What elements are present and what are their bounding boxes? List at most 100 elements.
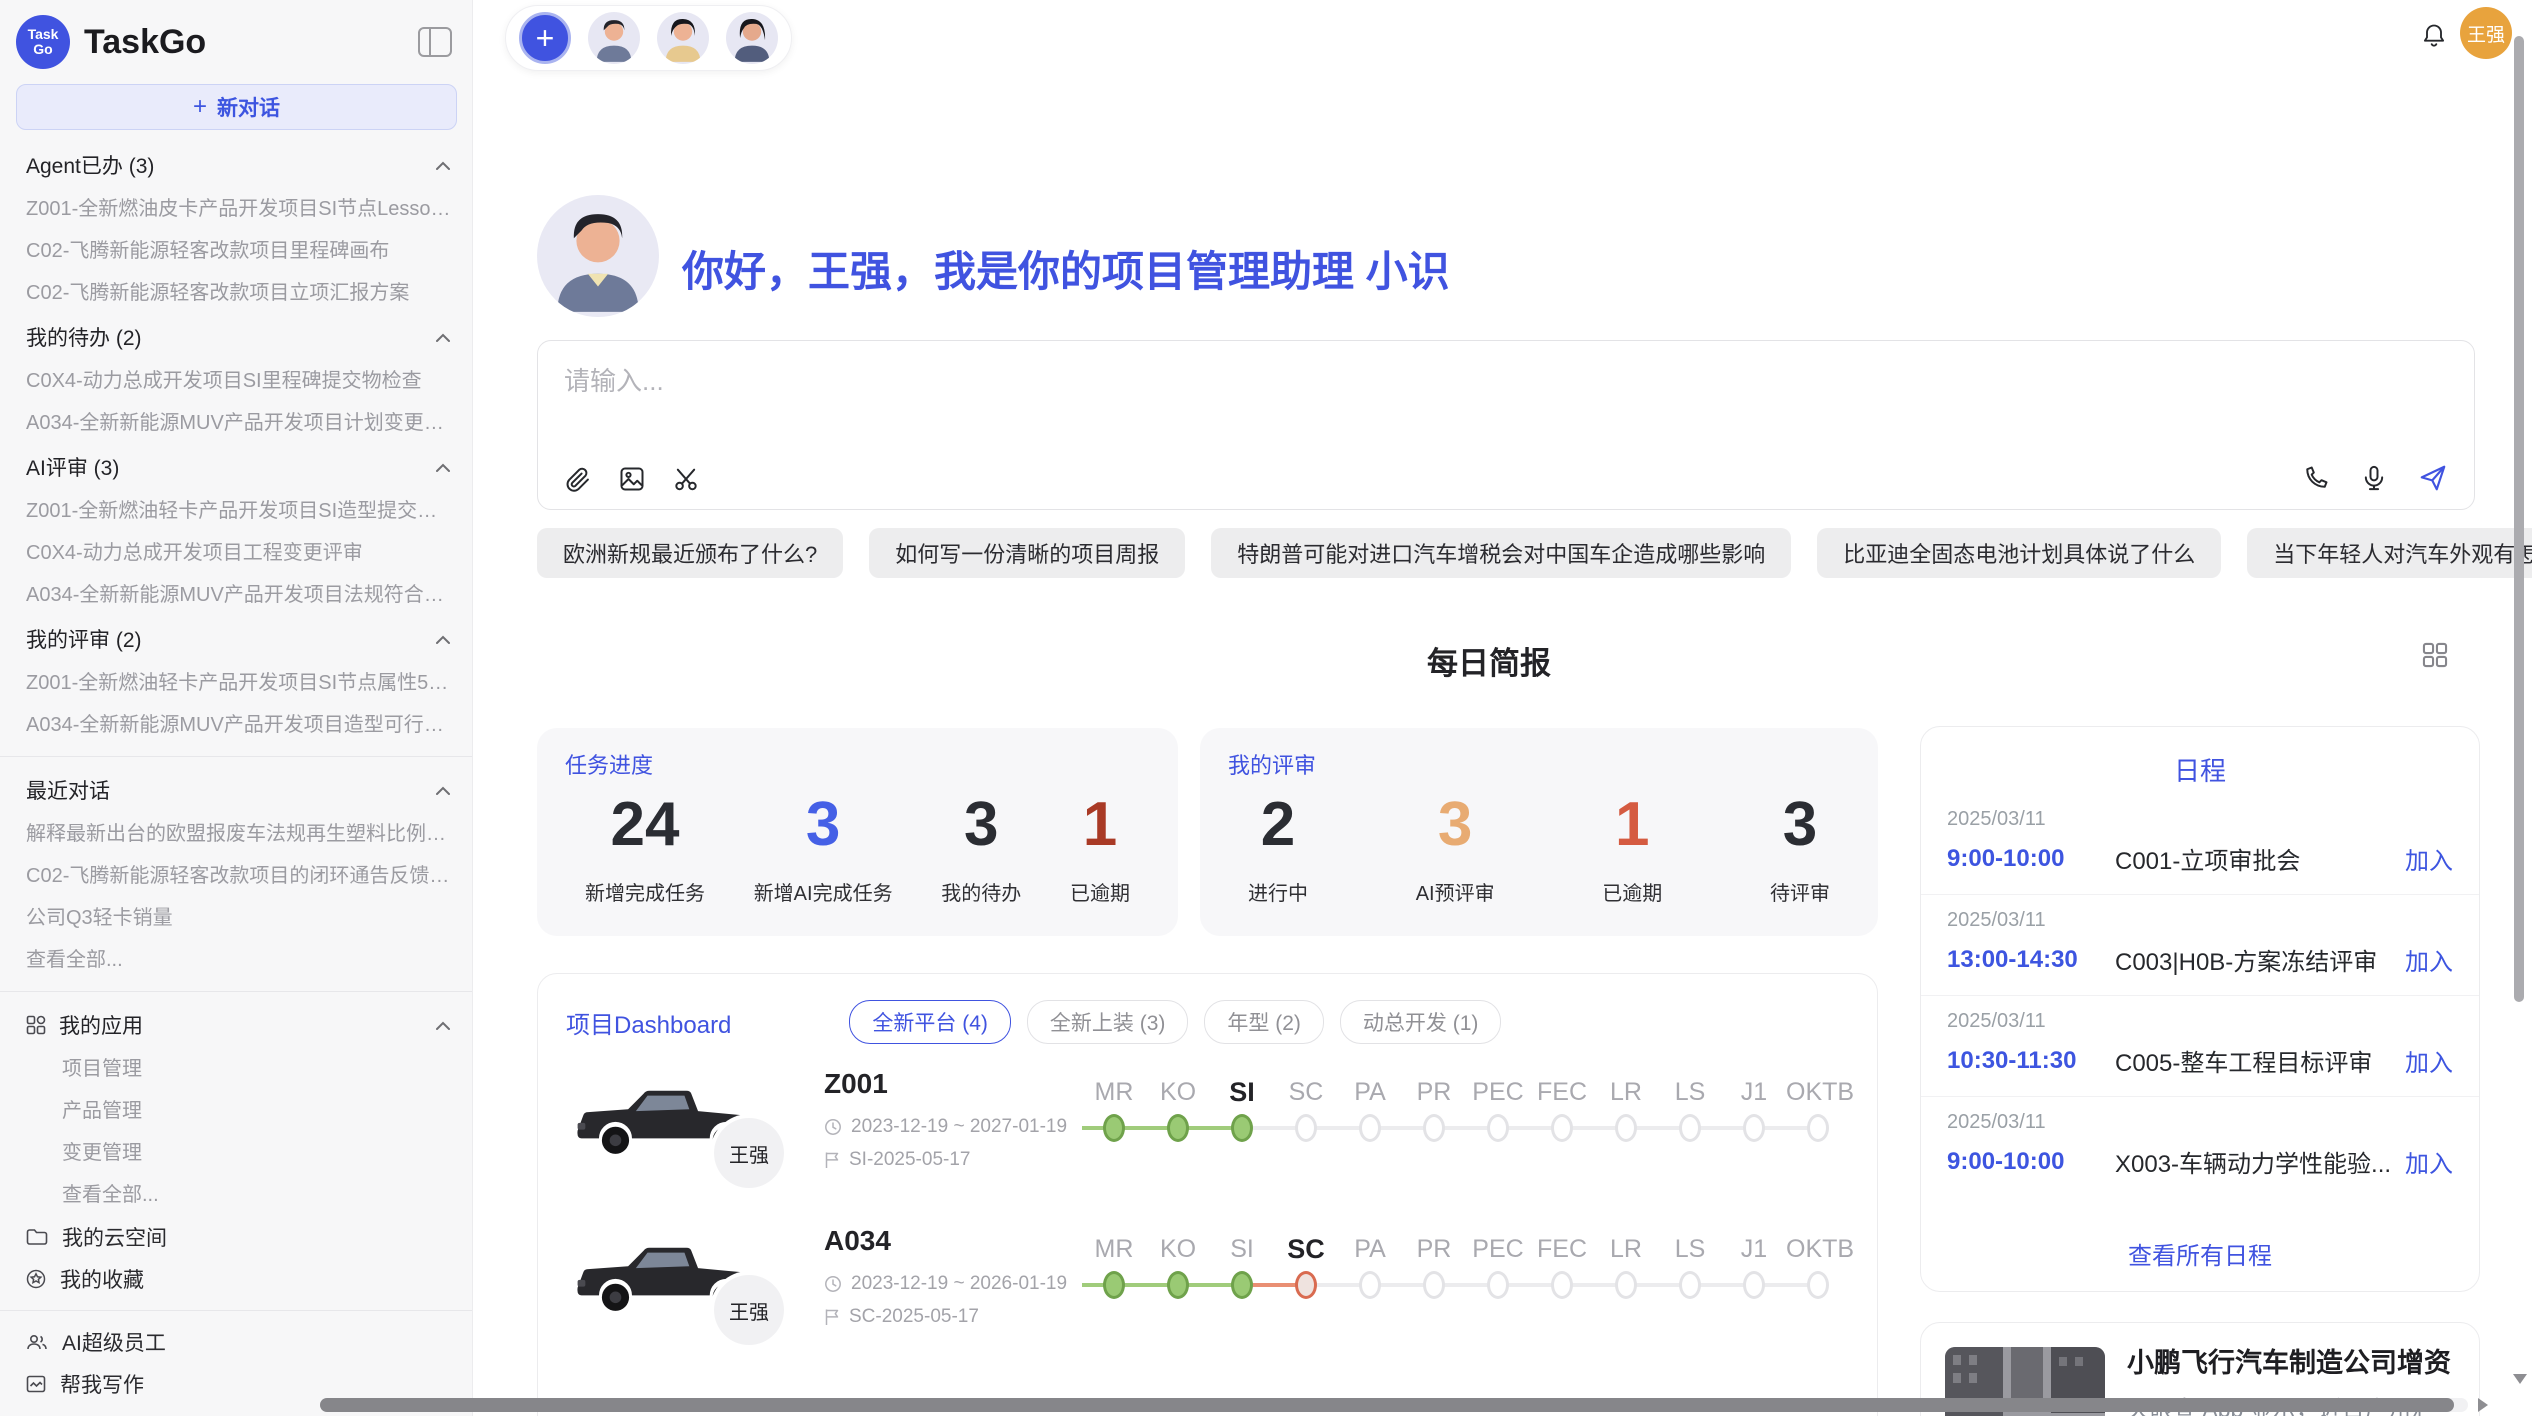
sidebar-section-header[interactable]: AI评审 (3) xyxy=(0,444,472,490)
sidebar-section-header[interactable]: 我的评审 (2) xyxy=(0,616,472,662)
sidebar-task-item[interactable]: C02-飞腾新能源轻客改款项目立项汇报方案 xyxy=(0,272,472,314)
sidebar-item-favorites[interactable]: 我的收藏 xyxy=(0,1258,472,1300)
sidebar-section-items: Z001-全新燃油轻卡产品开发项目SI节点属性5D文件评审A034-全新新能源M… xyxy=(0,662,472,746)
suggestion-chip[interactable]: 欧洲新规最近颁布了什么? xyxy=(537,528,843,578)
project-row[interactable]: 王强 Z001 2023-12-19 ~ 2027-01-19 xyxy=(538,1062,1877,1219)
milestone-label: KO xyxy=(1146,1072,1210,1112)
milestone-label: SI xyxy=(1210,1072,1274,1112)
sidebar-item-cloud-space[interactable]: 我的云空间 xyxy=(0,1216,472,1258)
member-avatar[interactable] xyxy=(588,12,640,64)
suggestion-chip[interactable]: 当下年轻人对汽车外观有怎样的喜好趋势 xyxy=(2247,528,2532,578)
stat-value: 1 xyxy=(1070,792,1130,857)
apps-grid-icon xyxy=(26,1015,46,1035)
suggestion-chip[interactable]: 特朗普可能对进口汽车增税会对中国车企造成哪些影响 xyxy=(1211,528,1791,578)
milestone-label: PR xyxy=(1402,1072,1466,1112)
view-all-schedule-link[interactable]: 查看所有日程 xyxy=(1921,1222,2479,1291)
sidebar-task-item[interactable]: A034-全新新能源MUV产品开发项目计划变更表编写 xyxy=(0,402,472,444)
app-item[interactable]: 变更管理 xyxy=(0,1132,472,1174)
horizontal-scrollbar-thumb[interactable] xyxy=(320,1398,2454,1412)
recent-chats-header[interactable]: 最近对话 xyxy=(0,767,472,813)
dashboard-filter-pill[interactable]: 年型 (2) xyxy=(1204,1000,1324,1044)
schedule-time: 13:00-14:30 xyxy=(1947,946,2115,974)
scroll-down-arrow-icon[interactable] xyxy=(2513,1374,2527,1384)
milestone-label: OKTB xyxy=(1786,1072,1850,1112)
suggestion-chip[interactable]: 如何写一份清晰的项目周报 xyxy=(869,528,1185,578)
ai-employee-label: AI超级员工 xyxy=(62,1327,166,1357)
chevron-up-icon xyxy=(436,463,450,472)
sidebar-task-item[interactable]: Z001-全新燃油轻卡产品开发项目SI造型提交物评审 xyxy=(0,490,472,532)
dashboard-filter-pill[interactable]: 全新上装 (3) xyxy=(1027,1000,1189,1044)
sidebar-section-header[interactable]: 我的待办 (2) xyxy=(0,314,472,360)
layout-grid-icon[interactable] xyxy=(2422,642,2448,668)
milestone-dot-area xyxy=(1722,1269,1786,1305)
milestone-dot xyxy=(1807,1114,1829,1142)
schedule-card: 日程 2025/03/11 9:00-10:00 C001-立项审批会 加入 2… xyxy=(1920,726,2480,1292)
recent-chat-item[interactable]: 解释最新出台的欧盟报废车法规再生塑料比例被调至15%... xyxy=(0,813,472,855)
app-item[interactable]: 项目管理 xyxy=(0,1048,472,1090)
sidebar-task-item[interactable]: Z001-全新燃油皮卡产品开发项目SI节点Lesson Learn报告 xyxy=(0,188,472,230)
stat-item: 3 新增AI完成任务 xyxy=(754,792,893,906)
project-next-milestone: SI-2025-05-17 xyxy=(849,1149,970,1171)
sidebar-task-item[interactable]: Z001-全新燃油轻卡产品开发项目SI节点属性5D文件评审 xyxy=(0,662,472,704)
join-meeting-link[interactable]: 加入 xyxy=(2405,841,2453,876)
milestone-dot-area xyxy=(1594,1269,1658,1305)
my-apps-view-all[interactable]: 查看全部... xyxy=(0,1174,472,1216)
schedule-date: 2025/03/11 xyxy=(1947,1010,2453,1033)
sidebar-task-item[interactable]: C0X4-动力总成开发项目工程变更评审 xyxy=(0,532,472,574)
screenshot-scissors-icon[interactable] xyxy=(672,465,700,493)
scroll-right-arrow-icon[interactable] xyxy=(2478,1398,2488,1412)
suggestion-chip[interactable]: 比亚迪全固态电池计划具体说了什么 xyxy=(1817,528,2221,578)
send-icon[interactable] xyxy=(2418,463,2448,493)
dashboard-filters: 全新平台 (4) 全新上装 (3) 年型 (2) 动总开发 (1) xyxy=(849,1000,1501,1044)
member-avatar[interactable] xyxy=(726,12,778,64)
attachment-icon[interactable] xyxy=(564,465,592,493)
milestone-label: PR xyxy=(1402,1229,1466,1269)
schedule-list: 2025/03/11 9:00-10:00 C001-立项审批会 加入 2025… xyxy=(1921,794,2479,1197)
new-chat-button[interactable]: + 新对话 xyxy=(16,84,457,130)
sidebar-item-ai-employee[interactable]: AI超级员工 xyxy=(0,1321,472,1363)
recent-chat-item[interactable]: 公司Q3轻卡销量 xyxy=(0,897,472,939)
vertical-scrollbar-thumb[interactable] xyxy=(2514,36,2524,1002)
sidebar-task-item[interactable]: A034-全新新能源MUV产品开发项目造型可行性评审 xyxy=(0,704,472,746)
microphone-icon[interactable] xyxy=(2360,464,2388,492)
stat-value: 3 xyxy=(754,792,893,857)
milestone-dot-area xyxy=(1786,1269,1850,1305)
milestone-dot-area xyxy=(1338,1112,1402,1148)
stat-label: 新增完成任务 xyxy=(585,877,705,906)
join-meeting-link[interactable]: 加入 xyxy=(2405,942,2453,977)
dashboard-filter-pill[interactable]: 动总开发 (1) xyxy=(1340,1000,1502,1044)
my-apps-header[interactable]: 我的应用 xyxy=(0,1002,472,1048)
sidebar-task-item[interactable]: A034-全新新能源MUV产品开发项目法规符合性评审 xyxy=(0,574,472,616)
sidebar-collapse-icon[interactable] xyxy=(418,27,452,57)
dashboard-filter-pill[interactable]: 全新平台 (4) xyxy=(849,1000,1011,1044)
recent-chats-view-all[interactable]: 查看全部... xyxy=(0,939,472,981)
sidebar-task-item[interactable]: C02-飞腾新能源轻客改款项目里程碑画布 xyxy=(0,230,472,272)
milestone-dot xyxy=(1615,1271,1637,1299)
sidebar-task-item[interactable]: C0X4-动力总成开发项目SI里程碑提交物检查 xyxy=(0,360,472,402)
my-review-card: 我的评审 2 进行中 3 AI预评审 1 已逾期 3 待评审 xyxy=(1200,728,1878,936)
stat-label: 待评审 xyxy=(1770,877,1830,906)
add-conversation-button[interactable]: + xyxy=(519,12,571,64)
milestone-label: J1 xyxy=(1722,1072,1786,1112)
chat-input[interactable] xyxy=(562,359,2266,423)
milestone-dot-area xyxy=(1146,1112,1210,1148)
voice-call-icon[interactable] xyxy=(2302,464,2330,492)
stat-label: AI预评审 xyxy=(1416,877,1495,906)
project-row[interactable]: 王强 A034 2023-12-19 ~ 2026-01-19 xyxy=(538,1219,1877,1376)
app-item[interactable]: 产品管理 xyxy=(0,1090,472,1132)
sidebar-section-header[interactable]: Agent已办 (3) xyxy=(0,142,472,188)
project-media: 王强 xyxy=(562,1219,812,1376)
recent-chat-item[interactable]: C02-飞腾新能源轻客改款项目的闭环通告反馈情况 xyxy=(0,855,472,897)
notifications-bell-icon[interactable] xyxy=(2420,22,2448,50)
milestone-dot xyxy=(1231,1114,1253,1142)
join-meeting-link[interactable]: 加入 xyxy=(2405,1043,2453,1078)
milestone-dot-area xyxy=(1338,1269,1402,1305)
stat-value: 3 xyxy=(1416,792,1495,857)
my-apps-title: 我的应用 xyxy=(59,1010,143,1040)
flag-icon xyxy=(824,1151,840,1169)
sidebar-section-title: Agent已办 (3) xyxy=(26,150,154,180)
join-meeting-link[interactable]: 加入 xyxy=(2405,1144,2453,1179)
user-avatar[interactable]: 王强 xyxy=(2460,7,2512,59)
member-avatar[interactable] xyxy=(657,12,709,64)
image-upload-icon[interactable] xyxy=(618,465,646,493)
